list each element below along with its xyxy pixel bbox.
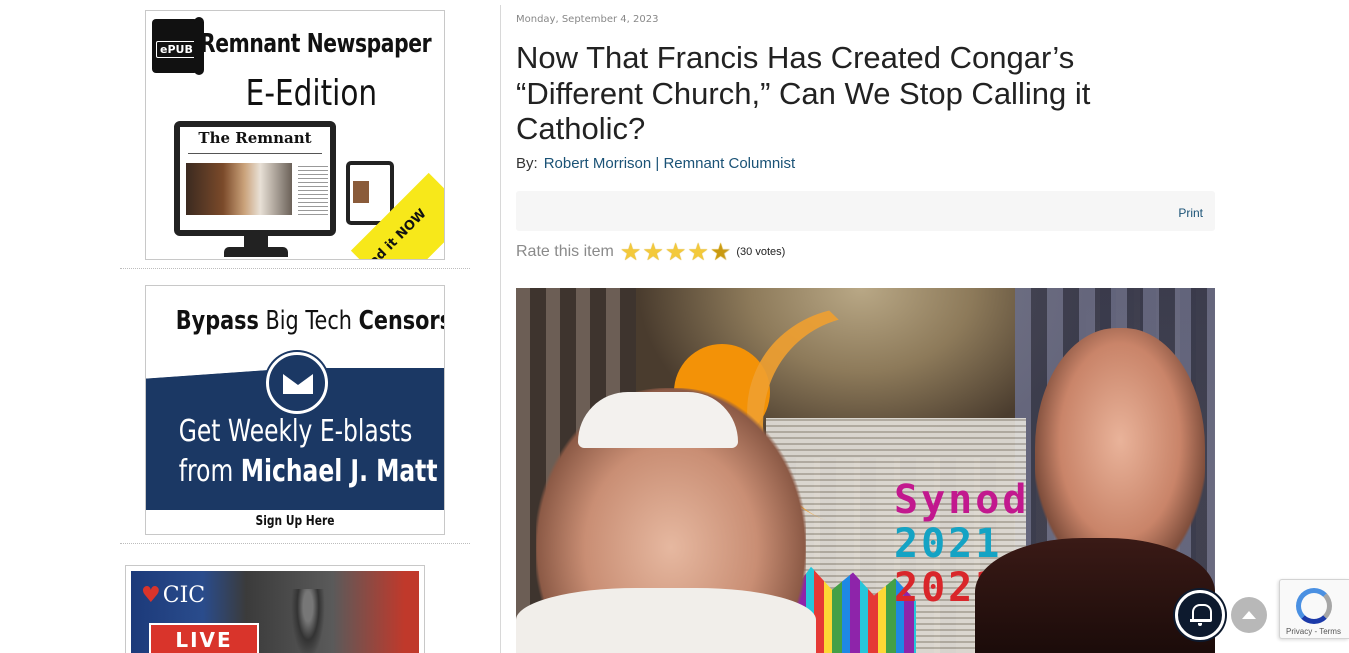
headline-word: Bypass (175, 306, 259, 336)
recaptcha-icon (1296, 588, 1332, 624)
sidebar: ePUB Remnant Newspaper E-Edition The Rem… (120, 0, 470, 653)
epub-badge: ePUB (156, 41, 197, 58)
divider (188, 153, 322, 154)
star-icon[interactable]: ★ (687, 240, 709, 264)
column-divider (500, 5, 501, 653)
envelope-icon (266, 352, 328, 414)
statue-figure (291, 589, 325, 653)
ad-title: Remnant Newspaper (200, 29, 432, 59)
star-icon[interactable]: ★ (620, 240, 642, 264)
rating-widget: Rate this item ★ ★ ★ ★ ★ (30 votes) (516, 240, 786, 264)
tablet-photo (353, 181, 369, 203)
ad-line-2-prefix: from (178, 454, 234, 489)
rating-label: Rate this item (516, 243, 614, 260)
article-toolbar: Print (516, 191, 1215, 231)
ad-headline: Bypass Big Tech Censors (175, 306, 444, 336)
scroll-to-top-button[interactable] (1231, 597, 1267, 633)
bell-clapper (1198, 623, 1202, 626)
article-hero-image: Synod 2021 2023 (516, 288, 1215, 653)
cic-logo: ♥CIC (141, 583, 205, 608)
headline-word: Big Tech (265, 306, 352, 336)
recaptcha-privacy-terms[interactable]: Privacy - Terms (1286, 627, 1341, 636)
ad-background: ♥CIC LIVE (131, 571, 419, 653)
article-date: Monday, September 4, 2023 (516, 14, 659, 25)
monitor-icon: The Remnant (174, 121, 336, 236)
half-star-icon[interactable]: ★ (710, 240, 732, 264)
vote-count: (30 votes) (736, 246, 786, 258)
recaptcha-badge[interactable]: Privacy - Terms (1279, 579, 1349, 639)
author-link[interactable]: Robert Morrison | Remnant Columnist (544, 155, 795, 172)
divider (120, 268, 470, 269)
envelope-shape (283, 374, 313, 394)
bell-icon (1190, 604, 1212, 626)
byline: By: Robert Morrison | Remnant Columnist (516, 155, 795, 172)
newspaper-masthead: The Remnant (198, 129, 312, 147)
ad-line-2: from Michael J. Matt (178, 454, 438, 489)
notification-bell-button[interactable] (1175, 590, 1225, 640)
headline-word: Censors (358, 306, 445, 336)
sign-up-link[interactable]: Sign Up Here (173, 514, 417, 529)
star-icon[interactable]: ★ (665, 240, 687, 264)
scroll-icon: ePUB (152, 17, 204, 75)
ad-line-2-name: Michael J. Matt (240, 454, 438, 489)
live-badge: LIVE (149, 623, 259, 653)
heart-icon: ♥ (141, 583, 161, 608)
cic-logo-text: CIC (162, 583, 206, 608)
ad-subtitle: E-Edition (245, 73, 378, 114)
friar-habit (975, 538, 1215, 653)
divider (120, 543, 470, 544)
e-edition-ad-banner[interactable]: ePUB Remnant Newspaper E-Edition The Rem… (145, 10, 445, 260)
ad-line-1: Get Weekly E-blasts (178, 414, 413, 449)
cic-live-ad-banner[interactable]: ♥CIC LIVE (125, 565, 425, 653)
newspaper-text-lines (298, 163, 328, 215)
monitor-base (224, 247, 288, 257)
eblast-signup-ad-banner[interactable]: Bypass Big Tech Censors Get Weekly E-bla… (145, 285, 445, 535)
newspaper-photo (186, 163, 292, 215)
print-link[interactable]: Print (1178, 206, 1203, 220)
arrow-up-icon (1242, 611, 1256, 619)
star-icon[interactable]: ★ (642, 240, 664, 264)
byline-label: By: (516, 155, 538, 172)
zucchetto (578, 392, 738, 448)
article-title: Now That Francis Has Created Congar’s “D… (516, 40, 1091, 146)
synod-word: Synod (894, 477, 1030, 523)
pope-cassock (516, 588, 816, 653)
